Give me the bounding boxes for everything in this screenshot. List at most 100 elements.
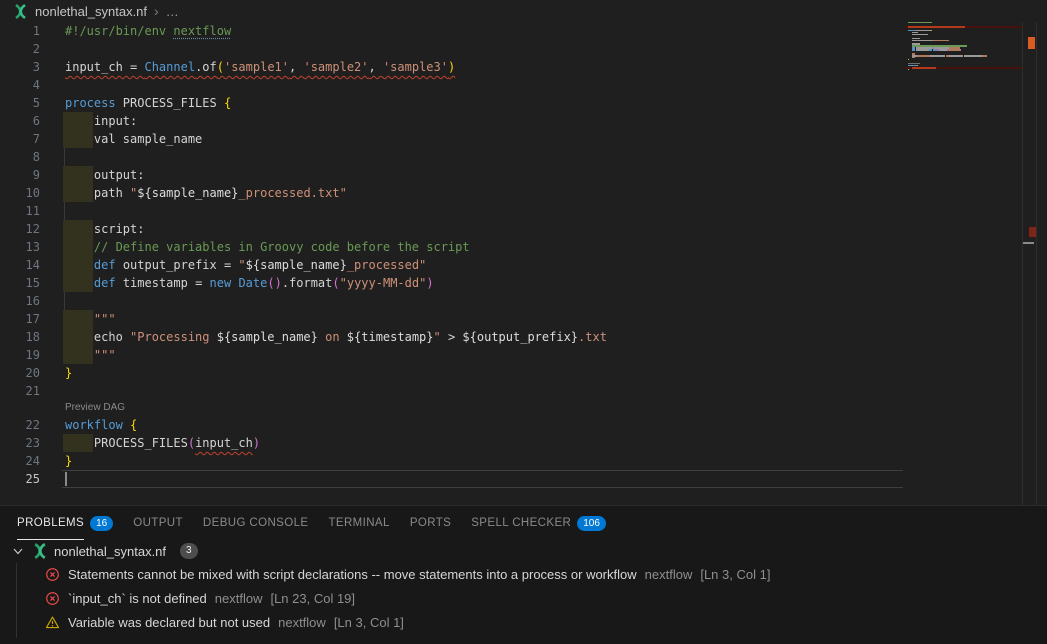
- problems-file-row[interactable]: nonlethal_syntax.nf 3: [0, 540, 1047, 562]
- code-line[interactable]: 21: [0, 382, 1037, 400]
- breadcrumb-more[interactable]: …: [166, 4, 179, 19]
- line-number[interactable]: 22: [0, 416, 40, 434]
- code-line-text: output:: [65, 166, 144, 184]
- codelens-preview-dag[interactable]: Preview DAG: [0, 400, 1037, 416]
- error-icon: [45, 567, 60, 582]
- code-line[interactable]: 17 """: [0, 310, 1037, 328]
- code-line[interactable]: 23 PROCESS_FILES(input_ch): [0, 434, 1037, 452]
- line-number[interactable]: 20: [0, 364, 40, 382]
- minimap-error-line: [912, 67, 936, 69]
- problem-source: nextflow: [215, 591, 263, 606]
- problem-row[interactable]: Statements cannot be mixed with script d…: [0, 562, 1047, 586]
- minimap-line: [908, 59, 909, 60]
- problems-list: Statements cannot be mixed with script d…: [0, 562, 1047, 634]
- line-number[interactable]: 16: [0, 292, 40, 310]
- code-line[interactable]: 14 def output_prefix = "${sample_name}_p…: [0, 256, 1037, 274]
- panel-tab-debug-console[interactable]: DEBUG CONSOLE: [203, 506, 309, 540]
- problem-location: [Ln 23, Col 19]: [270, 591, 355, 606]
- code-line-text: """: [65, 346, 116, 364]
- line-number[interactable]: 3: [0, 58, 40, 76]
- line-number[interactable]: 1: [0, 22, 40, 40]
- panel-tab-label: SPELL CHECKER: [471, 507, 571, 540]
- chevron-down-icon[interactable]: [10, 543, 26, 559]
- overview-ruler-error-warning-marker[interactable]: [1028, 37, 1035, 49]
- line-number[interactable]: 6: [0, 112, 40, 130]
- indent-guide: [64, 202, 65, 220]
- panel-tab-output[interactable]: OUTPUT: [133, 506, 183, 540]
- line-number[interactable]: 21: [0, 382, 40, 400]
- code-line[interactable]: 5process PROCESS_FILES {: [0, 94, 1037, 112]
- problems-count-badge: 3: [180, 543, 198, 559]
- problem-message: Statements cannot be mixed with script d…: [68, 567, 637, 582]
- code-line[interactable]: 9 output:: [0, 166, 1037, 184]
- line-number[interactable]: 2: [0, 40, 40, 58]
- overview-ruler-cursor-marker: [1023, 242, 1034, 244]
- minimap-line: [908, 57, 915, 58]
- line-number[interactable]: 15: [0, 274, 40, 292]
- problems-file-name: nonlethal_syntax.nf: [54, 544, 166, 559]
- code-line[interactable]: 7 val sample_name: [0, 130, 1037, 148]
- code-line-text: #!/usr/bin/env nextflow: [65, 22, 231, 40]
- minimap[interactable]: [905, 22, 1022, 482]
- code-line[interactable]: 18 echo "Processing ${sample_name} on ${…: [0, 328, 1037, 346]
- code-line[interactable]: 24}: [0, 452, 1037, 470]
- problem-row[interactable]: `input_ch` is not defined nextflow [Ln 23,…: [0, 586, 1047, 610]
- error-icon: [45, 591, 60, 606]
- code-line[interactable]: 25: [0, 470, 1037, 488]
- code-line[interactable]: 10 path "${sample_name}_processed.txt": [0, 184, 1037, 202]
- code-line-text: path "${sample_name}_processed.txt": [65, 184, 347, 202]
- code-line[interactable]: 15 def timestamp = new Date().format("yy…: [0, 274, 1037, 292]
- panel-tab-spell-checker[interactable]: SPELL CHECKER106: [471, 506, 606, 540]
- breadcrumb-separator-icon: ›: [154, 3, 159, 19]
- code-line[interactable]: 16: [0, 292, 1037, 310]
- tab-count-badge: 16: [90, 516, 113, 531]
- code-line[interactable]: 8: [0, 148, 1037, 166]
- code-line[interactable]: 1 #!/usr/bin/env nextflow: [0, 22, 1037, 40]
- problem-row[interactable]: Variable was declared but not usednextfl…: [0, 610, 1047, 634]
- code-line[interactable]: 11: [0, 202, 1037, 220]
- line-number[interactable]: 9: [0, 166, 40, 184]
- problem-message: `input_ch` is not defined: [68, 591, 207, 606]
- line-number[interactable]: 7: [0, 130, 40, 148]
- code-line[interactable]: 4: [0, 76, 1037, 94]
- nextflow-logo-icon: [13, 4, 28, 19]
- minimap-error-line: [908, 26, 965, 28]
- minimap-line: [908, 55, 987, 56]
- line-number[interactable]: 10: [0, 184, 40, 202]
- nextflow-logo-icon: [32, 543, 48, 559]
- line-number[interactable]: 17: [0, 310, 40, 328]
- line-number[interactable]: 23: [0, 434, 40, 452]
- code-line[interactable]: 13 // Define variables in Groovy code be…: [0, 238, 1037, 256]
- current-line-highlight: [62, 470, 903, 488]
- line-number[interactable]: 25: [0, 470, 40, 488]
- code-line-text: }: [65, 364, 72, 382]
- panel-tab-terminal[interactable]: TERMINAL: [328, 506, 389, 540]
- code-line[interactable]: 20}: [0, 364, 1037, 382]
- breadcrumb-file[interactable]: nonlethal_syntax.nf: [35, 4, 147, 19]
- panel-tab-ports[interactable]: PORTS: [410, 506, 451, 540]
- line-number[interactable]: 14: [0, 256, 40, 274]
- code-line[interactable]: 22workflow {: [0, 416, 1037, 434]
- code-line[interactable]: 19 """: [0, 346, 1037, 364]
- line-number[interactable]: 13: [0, 238, 40, 256]
- code-line[interactable]: 6 input:: [0, 112, 1037, 130]
- line-number[interactable]: 24: [0, 452, 40, 470]
- problems-panel: PROBLEMS16 OUTPUT DEBUG CONSOLE TERMINAL POR…: [0, 505, 1047, 644]
- code-editor[interactable]: 1 #!/usr/bin/env nextflow 23input_ch = Cha…: [0, 22, 1037, 488]
- line-number[interactable]: 4: [0, 76, 40, 94]
- code-line[interactable]: 12 script:: [0, 220, 1037, 238]
- line-number[interactable]: 11: [0, 202, 40, 220]
- line-number[interactable]: 18: [0, 328, 40, 346]
- code-line[interactable]: 2: [0, 40, 1037, 58]
- overview-ruler-error-marker[interactable]: [1029, 227, 1036, 237]
- line-number[interactable]: 8: [0, 148, 40, 166]
- line-number[interactable]: 12: [0, 220, 40, 238]
- line-number[interactable]: 19: [0, 346, 40, 364]
- breadcrumb[interactable]: nonlethal_syntax.nf › …: [0, 0, 1047, 22]
- indent-guide: [64, 292, 65, 310]
- code-line-text: // Define variables in Groovy code befor…: [65, 238, 470, 256]
- code-line[interactable]: 3input_ch = Channel.of('sample1', 'sampl…: [0, 58, 1037, 76]
- minimap-border: [1022, 22, 1023, 505]
- line-number[interactable]: 5: [0, 94, 40, 112]
- panel-tab-problems[interactable]: PROBLEMS16: [17, 506, 113, 540]
